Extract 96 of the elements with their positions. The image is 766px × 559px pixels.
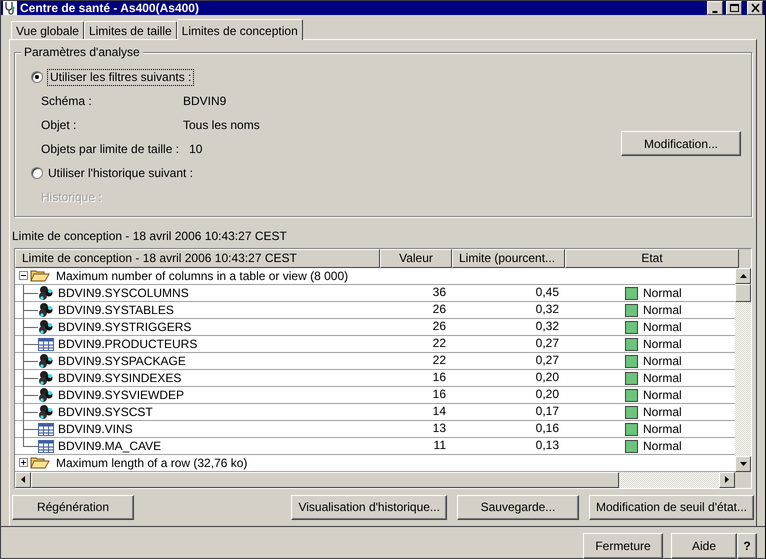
tree-group-label[interactable]: Maximum length of a row (32,76 ko) (52, 456, 248, 470)
table-cell-text: 16 (432, 386, 447, 403)
gears-icon (38, 302, 54, 318)
field-value: Tous les noms (182, 118, 260, 133)
field-label: Objets par limite de taille : (40, 142, 180, 157)
group-title: Paramètres d'analyse (21, 45, 143, 60)
object-name[interactable]: BDVIN9.SYSTABLES (54, 303, 174, 318)
tree-group-label[interactable]: Maximum number of columns in a table or view (8 000) (52, 268, 348, 283)
column-header[interactable]: Limite (pourcent... (452, 248, 565, 268)
expand-icon[interactable] (19, 458, 28, 468)
status-text: Normal (643, 286, 682, 300)
folder-icon (30, 456, 50, 470)
object-name[interactable]: BDVIN9.SYSCOLUMNS (54, 286, 189, 300)
gears-icon (38, 404, 54, 420)
table-cell-text: 0,27 (534, 352, 560, 369)
table-cell-text: 0,16 (534, 420, 560, 437)
modify-button[interactable]: Modification... (621, 131, 741, 156)
left-arrow-icon (21, 476, 25, 484)
gears-icon (38, 370, 54, 386)
tab[interactable]: Limites de conception (176, 19, 303, 40)
maximize-button[interactable] (726, 1, 742, 16)
maximize-icon (728, 3, 740, 14)
field-value: 10 (188, 142, 202, 157)
footer-button[interactable]: Fermeture (583, 532, 663, 559)
field-label: Objet : (40, 118, 78, 133)
minimize-icon (712, 10, 718, 13)
table-cell-text: 22 (432, 336, 447, 352)
radio-button[interactable] (31, 167, 43, 180)
table-cell-text: 26 (432, 302, 447, 318)
action-button[interactable]: Modification de seuil d'état... (588, 494, 754, 520)
status-text: Normal (643, 371, 682, 386)
table-cell-text: 22 (432, 352, 447, 369)
help-button[interactable]: ? (737, 532, 757, 559)
table-icon (38, 440, 54, 453)
status-text: Normal (643, 320, 682, 334)
radio-label[interactable]: Utiliser l'historique suivant : (48, 166, 194, 181)
table-cell-text: 0,13 (534, 438, 560, 454)
status-text: Normal (643, 303, 682, 318)
table-cell-text: 0,45 (534, 284, 560, 301)
table-cell-text: 14 (432, 404, 447, 420)
action-button[interactable]: Régénération (12, 494, 134, 520)
tab[interactable]: Limites de taille (84, 21, 177, 40)
radio-label[interactable]: Utiliser les filtres suivants : (48, 70, 194, 85)
gears-icon (38, 285, 54, 302)
table-icon (38, 422, 54, 436)
collapse-icon[interactable] (19, 271, 28, 280)
table-cell-text: 36 (432, 284, 447, 301)
object-name[interactable]: BDVIN9.SYSTRIGGERS (54, 320, 192, 334)
table-cell-text: 0,32 (534, 302, 560, 318)
window-title: Centre de santé - As400(As400) (20, 1, 200, 16)
table-icon (38, 338, 54, 351)
close-icon (750, 3, 760, 14)
down-arrow-icon (740, 462, 746, 466)
status-text: Normal (643, 439, 682, 454)
status-text: Normal (643, 388, 682, 402)
table-cell-text: 26 (432, 318, 447, 335)
status-text: Normal (643, 337, 682, 352)
up-arrow-icon (740, 274, 746, 278)
table-cell-text: 11 (432, 438, 447, 454)
gears-icon (38, 387, 54, 404)
column-header[interactable]: Valeur (380, 248, 452, 268)
section-caption: Limite de conception - 18 avril 2006 10:43:27 CEST (12, 229, 288, 244)
field-value: BDVIN9 (182, 94, 226, 109)
object-name[interactable]: BDVIN9.SYSPACKAGE (54, 354, 186, 368)
table-cell-text: 16 (432, 370, 447, 386)
tab[interactable]: Vue globale (11, 21, 84, 40)
object-name[interactable]: BDVIN9.SYSCST (54, 405, 153, 420)
gears-icon (38, 353, 54, 370)
table-cell-text: 0,27 (534, 336, 560, 352)
object-name[interactable]: BDVIN9.PRODUCTEURS (54, 337, 198, 352)
table-cell-text: 0,20 (534, 370, 560, 386)
field-label: Schéma : (40, 94, 93, 109)
column-header[interactable]: Etat (565, 248, 739, 268)
scroll-thumb[interactable] (735, 284, 751, 302)
right-arrow-icon (725, 476, 729, 484)
object-name[interactable]: BDVIN9.SYSVIEWDEP (54, 388, 184, 402)
footer-button[interactable]: Aide (671, 532, 737, 559)
object-name[interactable]: BDVIN9.VINS (54, 422, 133, 436)
table-cell-text: 13 (432, 420, 447, 437)
vertical-scrollbar[interactable] (735, 268, 751, 472)
status-text: Normal (643, 354, 682, 368)
radio-button[interactable] (31, 71, 43, 84)
status-text: Normal (643, 405, 682, 420)
object-name[interactable]: BDVIN9.SYSINDEXES (54, 371, 182, 386)
table-cell-text: 0,32 (534, 318, 560, 335)
table-cell-text: 0,20 (534, 386, 560, 403)
column-header[interactable]: Limite de conception - 18 avril 2006 10:43:27 CEST (15, 248, 380, 268)
folder-icon (30, 269, 50, 282)
gears-icon (38, 319, 54, 336)
table-cell-text: 0,17 (534, 404, 560, 420)
action-button[interactable]: Sauvegarde... (456, 494, 579, 520)
minimize-button[interactable] (707, 1, 723, 16)
close-button[interactable] (747, 1, 763, 16)
object-name[interactable]: BDVIN9.MA_CAVE (54, 439, 162, 454)
status-text: Normal (643, 422, 682, 436)
action-button[interactable]: Visualisation d'historique... (291, 494, 447, 520)
